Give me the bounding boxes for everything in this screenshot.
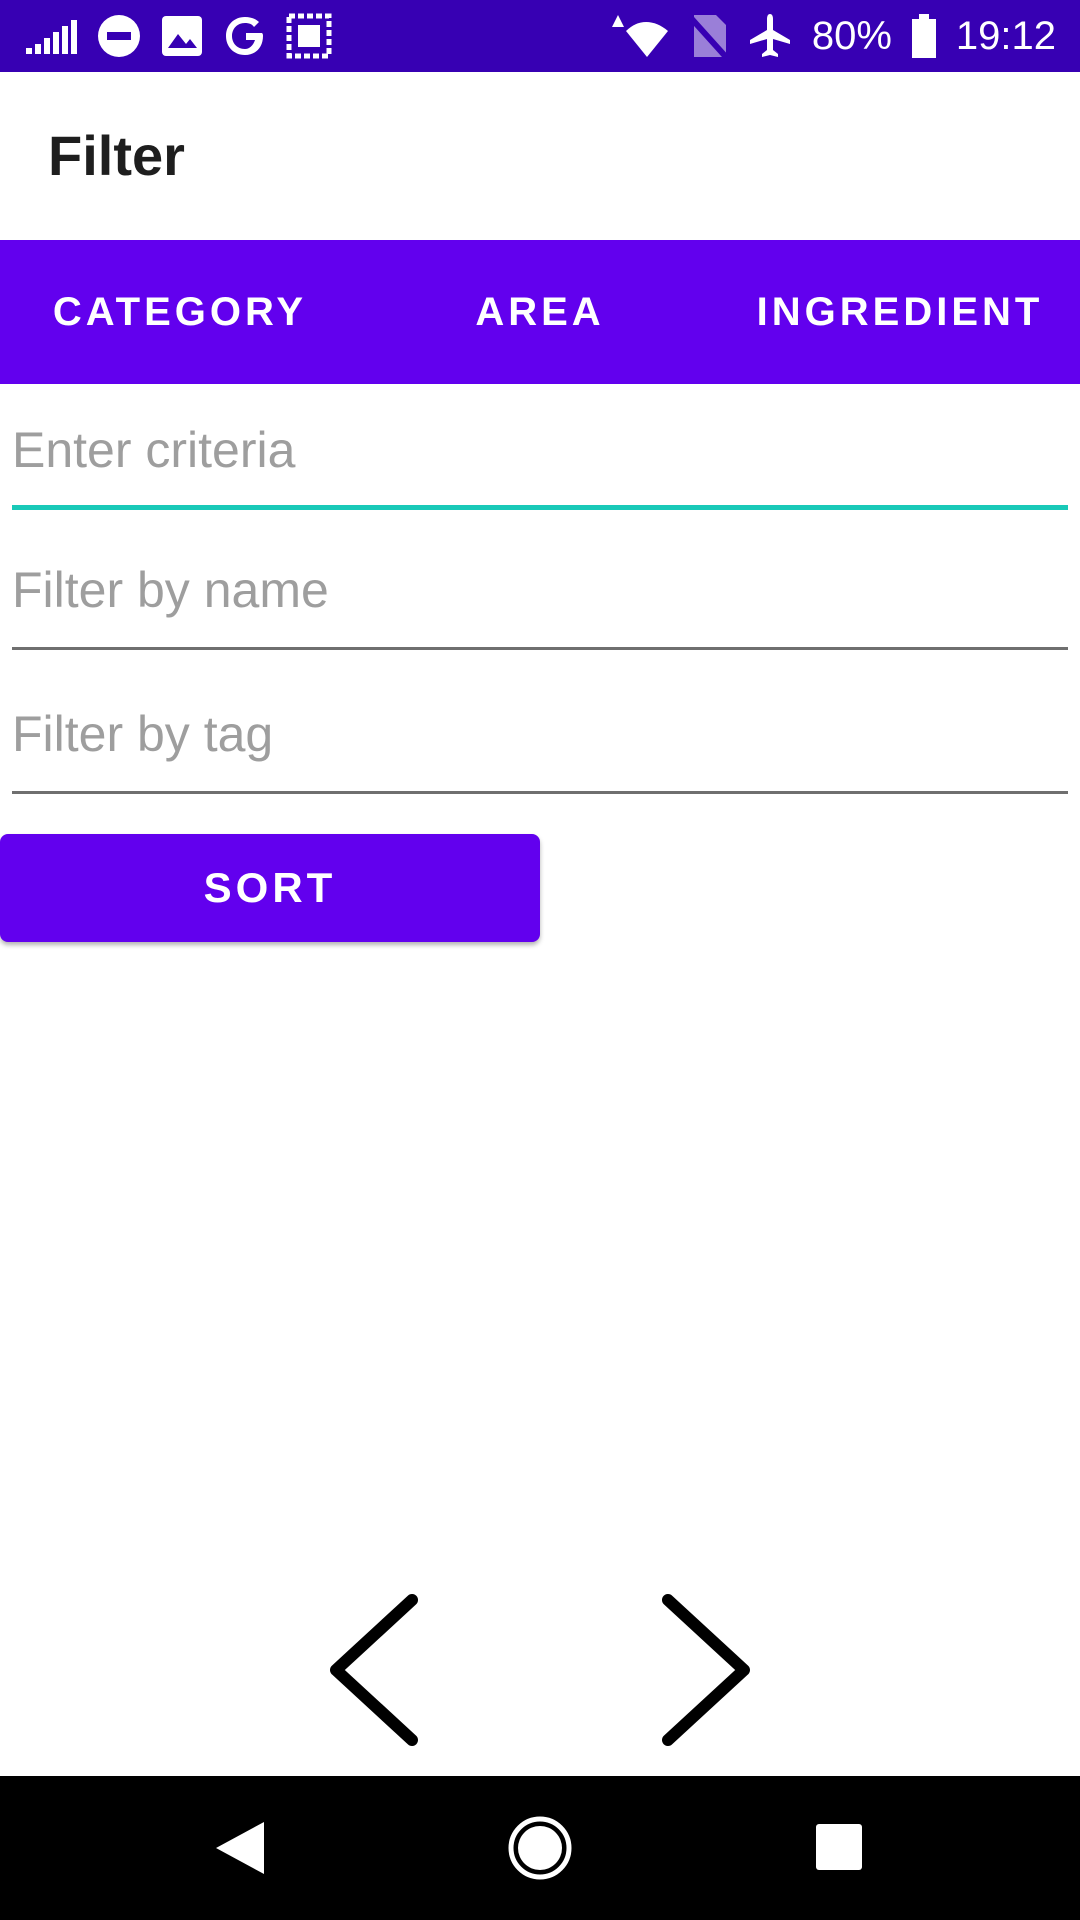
previous-page-button[interactable] (320, 1590, 430, 1750)
do-not-disturb-icon (96, 13, 142, 59)
tab-category[interactable]: CATEGORY (0, 240, 360, 384)
no-sim-icon (687, 13, 728, 59)
name-filter-field (12, 540, 1068, 650)
recents-square-icon (804, 1824, 876, 1888)
screen: 80% 19:12 Filter CATEGORY AREA INGREDIEN… (0, 0, 1080, 1920)
status-bar: 80% 19:12 (0, 0, 1080, 72)
wifi-icon (610, 13, 670, 59)
clock: 19:12 (955, 14, 1056, 58)
nav-home-button[interactable] (504, 1812, 576, 1884)
system-nav-bar (0, 1776, 1080, 1920)
back-triangle-icon (204, 1822, 276, 1888)
criteria-field (12, 400, 1068, 510)
tab-area[interactable]: AREA (360, 240, 720, 384)
criteria-input[interactable] (12, 400, 1068, 500)
tag-filter-field (12, 684, 1068, 794)
image-icon (160, 14, 204, 58)
chevron-left-icon (320, 1594, 430, 1754)
name-filter-input[interactable] (12, 540, 1068, 640)
screenshot-icon (286, 12, 332, 60)
sort-button[interactable]: SORT (0, 834, 540, 942)
airplane-icon (746, 12, 794, 60)
page-title: Filter (48, 124, 185, 187)
battery-percent: 80% (811, 14, 892, 58)
next-page-button[interactable] (650, 1590, 760, 1750)
battery-icon (910, 12, 938, 60)
tag-filter-input[interactable] (12, 684, 1068, 784)
signal-bars-icon (26, 16, 78, 56)
home-circle-icon (504, 1816, 576, 1888)
tag-filter-underline (12, 791, 1068, 794)
status-left-icons (26, 10, 332, 62)
app-bar: Filter (0, 72, 1080, 240)
status-right-icons: 80% 19:12 (610, 10, 1056, 62)
tab-ingredient[interactable]: INGREDIENT (720, 240, 1080, 384)
nav-back-button[interactable] (204, 1812, 276, 1884)
criteria-underline (12, 505, 1068, 510)
chevron-right-icon (650, 1594, 760, 1754)
nav-recents-button[interactable] (804, 1812, 876, 1884)
google-icon (222, 13, 268, 59)
tab-bar: CATEGORY AREA INGREDIENT (0, 240, 1080, 384)
name-filter-underline (12, 647, 1068, 650)
